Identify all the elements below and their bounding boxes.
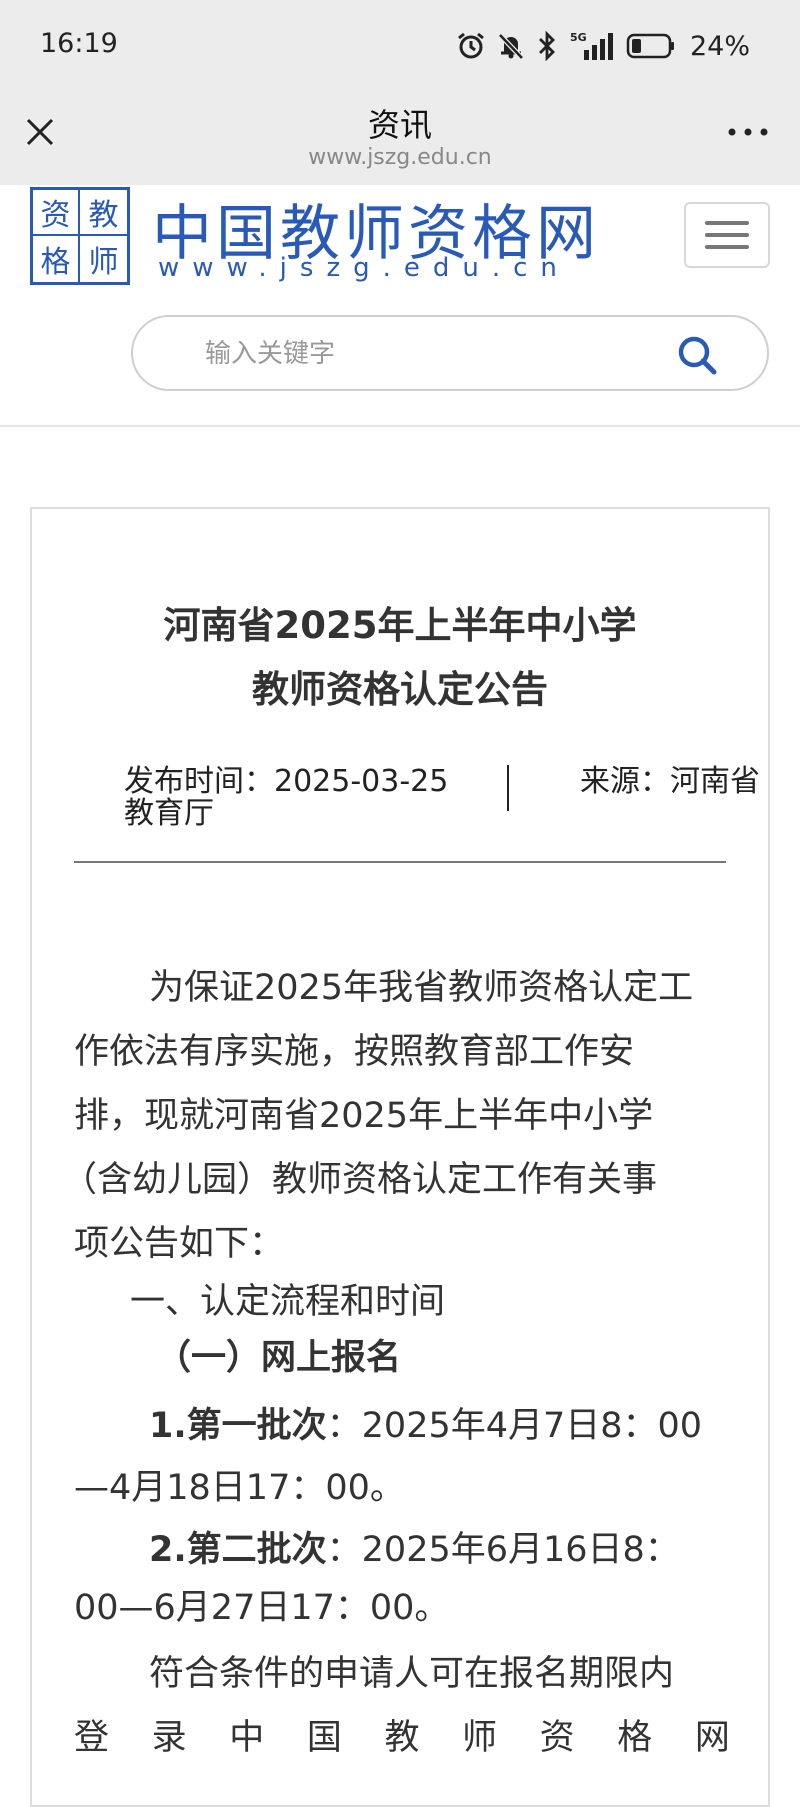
text-char: 师 bbox=[462, 1718, 498, 1758]
meta-separator bbox=[74, 861, 726, 863]
logo-char: 教 bbox=[80, 190, 127, 236]
paragraph-line: 符合条件的申请人可在报名期限内 bbox=[149, 1654, 675, 1694]
mute-icon bbox=[498, 33, 524, 60]
battery-percent: 24% bbox=[689, 30, 750, 62]
paragraph-line: 项公告如下： bbox=[74, 1224, 285, 1264]
status-bar: 16:19 5G 24% bbox=[0, 0, 800, 90]
page-title: 资讯 bbox=[367, 106, 432, 144]
article-title-line: 教师资格认定公告 bbox=[252, 668, 548, 711]
text-char: 教 bbox=[384, 1718, 420, 1758]
batch-1-time: ：2025年4月7日8：00 bbox=[326, 1406, 703, 1446]
logo-char: 资 bbox=[33, 190, 80, 236]
subsection-heading: （一）网上报名 bbox=[156, 1338, 402, 1378]
search-icon[interactable] bbox=[675, 333, 719, 377]
svg-text:5G: 5G bbox=[570, 31, 587, 44]
text-char: 网 bbox=[694, 1718, 730, 1758]
batch-1-time-cont: —4月18日17：00。 bbox=[74, 1468, 405, 1508]
text-char: 格 bbox=[617, 1718, 653, 1758]
meta-divider bbox=[507, 765, 509, 811]
5g-signal-icon: 5G bbox=[570, 31, 613, 60]
bluetooth-icon bbox=[538, 31, 555, 61]
hamburger-icon bbox=[705, 245, 749, 249]
search-input[interactable] bbox=[203, 317, 647, 391]
hamburger-icon bbox=[705, 221, 749, 225]
article-title: 河南省2025年上半年中小学 教师资格认定公告 bbox=[32, 594, 768, 722]
text-char: 登 bbox=[74, 1718, 110, 1758]
page-url: www.jszg.edu.cn bbox=[308, 145, 492, 170]
status-icons: 5G 24% bbox=[456, 28, 750, 64]
batch-2-time: ：2025年6月16日8： bbox=[326, 1530, 680, 1570]
batch-1-label: 1.第一批次 bbox=[149, 1406, 327, 1446]
site-domain: www.jszg.edu.cn bbox=[158, 253, 570, 283]
paragraph-line: （含幼儿园）教师资格认定工作有关事 bbox=[62, 1160, 658, 1200]
text-char: 中 bbox=[229, 1718, 265, 1758]
status-time: 16:19 bbox=[40, 28, 118, 59]
more-icon[interactable] bbox=[726, 120, 770, 144]
batch-2-time-cont: 00—6月27日17：00。 bbox=[74, 1588, 450, 1628]
search-bar bbox=[131, 315, 769, 391]
section-heading: 一、认定流程和时间 bbox=[130, 1282, 446, 1322]
logo-char: 师 bbox=[88, 245, 119, 280]
hamburger-icon bbox=[705, 233, 749, 237]
article-title-line: 河南省2025年上半年中小学 bbox=[163, 604, 637, 647]
batch-2-label: 2.第二批次 bbox=[149, 1530, 327, 1570]
logo-char: 格 bbox=[33, 236, 80, 282]
text-char: 资 bbox=[539, 1718, 575, 1758]
battery-icon bbox=[626, 33, 674, 59]
text-char: 国 bbox=[306, 1718, 342, 1758]
paragraph-line: 作依法有序实施，按照教育部工作安 bbox=[74, 1032, 635, 1072]
article-source-cont: 教育厅 bbox=[124, 796, 214, 831]
publish-date: 发布时间：2025-03-25 bbox=[124, 764, 449, 799]
batch-1-line: 1.第一批次：2025年4月7日8：00 bbox=[149, 1397, 800, 1448]
paragraph-line-justified: 登 录 中 国 教 师 资 格 网 bbox=[74, 1709, 730, 1760]
site-logo[interactable]: 资 教 格 师 bbox=[30, 187, 130, 285]
article-card: 河南省2025年上半年中小学 教师资格认定公告 发布时间：2025-03-25 … bbox=[30, 507, 770, 1807]
browser-nav-bar: 资讯 www.jszg.edu.cn bbox=[0, 90, 800, 185]
paragraph-line: 排，现就河南省2025年上半年中小学 bbox=[74, 1096, 654, 1136]
menu-button[interactable] bbox=[684, 202, 770, 268]
site-header: 资 教 格 师 中国教师资格网 www.jszg.edu.cn bbox=[0, 185, 800, 427]
text-char: 录 bbox=[151, 1718, 187, 1758]
alarm-icon bbox=[458, 32, 484, 59]
article-source: 来源：河南省 bbox=[580, 764, 760, 799]
batch-2-line: 2.第二批次：2025年6月16日8： bbox=[149, 1521, 800, 1572]
paragraph-line: 为保证2025年我省教师资格认定工 bbox=[149, 968, 694, 1008]
